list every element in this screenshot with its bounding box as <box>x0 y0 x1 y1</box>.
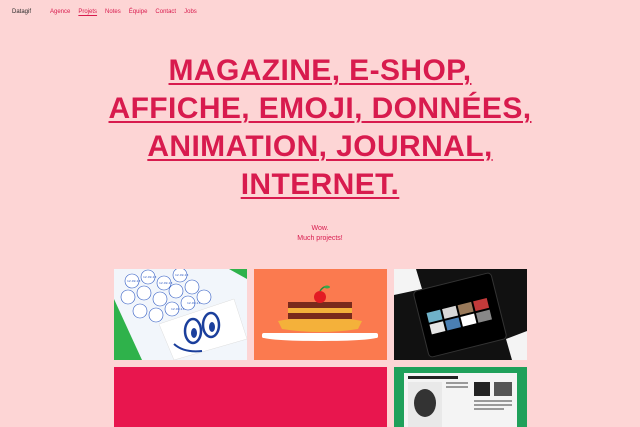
nav-projets[interactable]: Projets <box>78 9 97 15</box>
hero-line-3[interactable]: ANIMATION, JOURNAL, <box>147 130 492 163</box>
tagline-line-1: Wow. <box>311 225 329 232</box>
nav-jobs[interactable]: Jobs <box>184 9 197 15</box>
svg-text:12.09.13: 12.09.13 <box>159 281 172 285</box>
main-nav: Agence Projets Notes Équipe Contact Jobs <box>50 9 197 15</box>
nav-agence[interactable]: Agence <box>50 9 70 15</box>
tablet-gallery-illustration <box>394 269 527 360</box>
hero-headline: MAGAZINE, E-SHOP, AFFICHE, EMOJI, DONNÉE… <box>0 52 640 204</box>
cake-illustration <box>254 269 387 360</box>
hero-line-2[interactable]: AFFICHE, EMOJI, DONNÉES, <box>109 92 532 125</box>
newspaper-illustration <box>394 367 527 427</box>
svg-text:12.09.13: 12.09.13 <box>187 301 200 305</box>
nav-notes[interactable]: Notes <box>105 9 121 15</box>
svg-text:12.09.13: 12.09.13 <box>175 273 188 277</box>
svg-text:12.09.13: 12.09.13 <box>171 307 184 311</box>
project-tile-newspaper[interactable] <box>394 367 527 427</box>
svg-text:12.09.13: 12.09.13 <box>143 275 156 279</box>
hero-line-4[interactable]: INTERNET. <box>241 168 400 201</box>
top-navigation: Datagif Agence Projets Notes Équipe Cont… <box>12 9 628 21</box>
project-tile-cake[interactable] <box>254 269 387 360</box>
project-tile-stickers[interactable]: 12.09.13 12.09.13 12.09.13 12.09.13 12.09.… <box>114 269 247 360</box>
tagline: Wow. Much projects! <box>0 224 640 244</box>
nav-contact[interactable]: Contact <box>155 9 176 15</box>
svg-text:12.09.13: 12.09.13 <box>127 279 140 283</box>
tagline-line-2: Much projects! <box>297 235 343 242</box>
hero-line-1[interactable]: MAGAZINE, E-SHOP, <box>169 54 472 87</box>
stickers-eyes-illustration: 12.09.1312.09.13 12.09.1312.09.13 12.09.… <box>114 269 247 360</box>
brand-logo[interactable]: Datagif <box>12 9 31 15</box>
project-tile-tablet[interactable] <box>394 269 527 360</box>
nav-equipe[interactable]: Équipe <box>129 9 148 15</box>
project-tile-red[interactable] <box>114 367 387 427</box>
